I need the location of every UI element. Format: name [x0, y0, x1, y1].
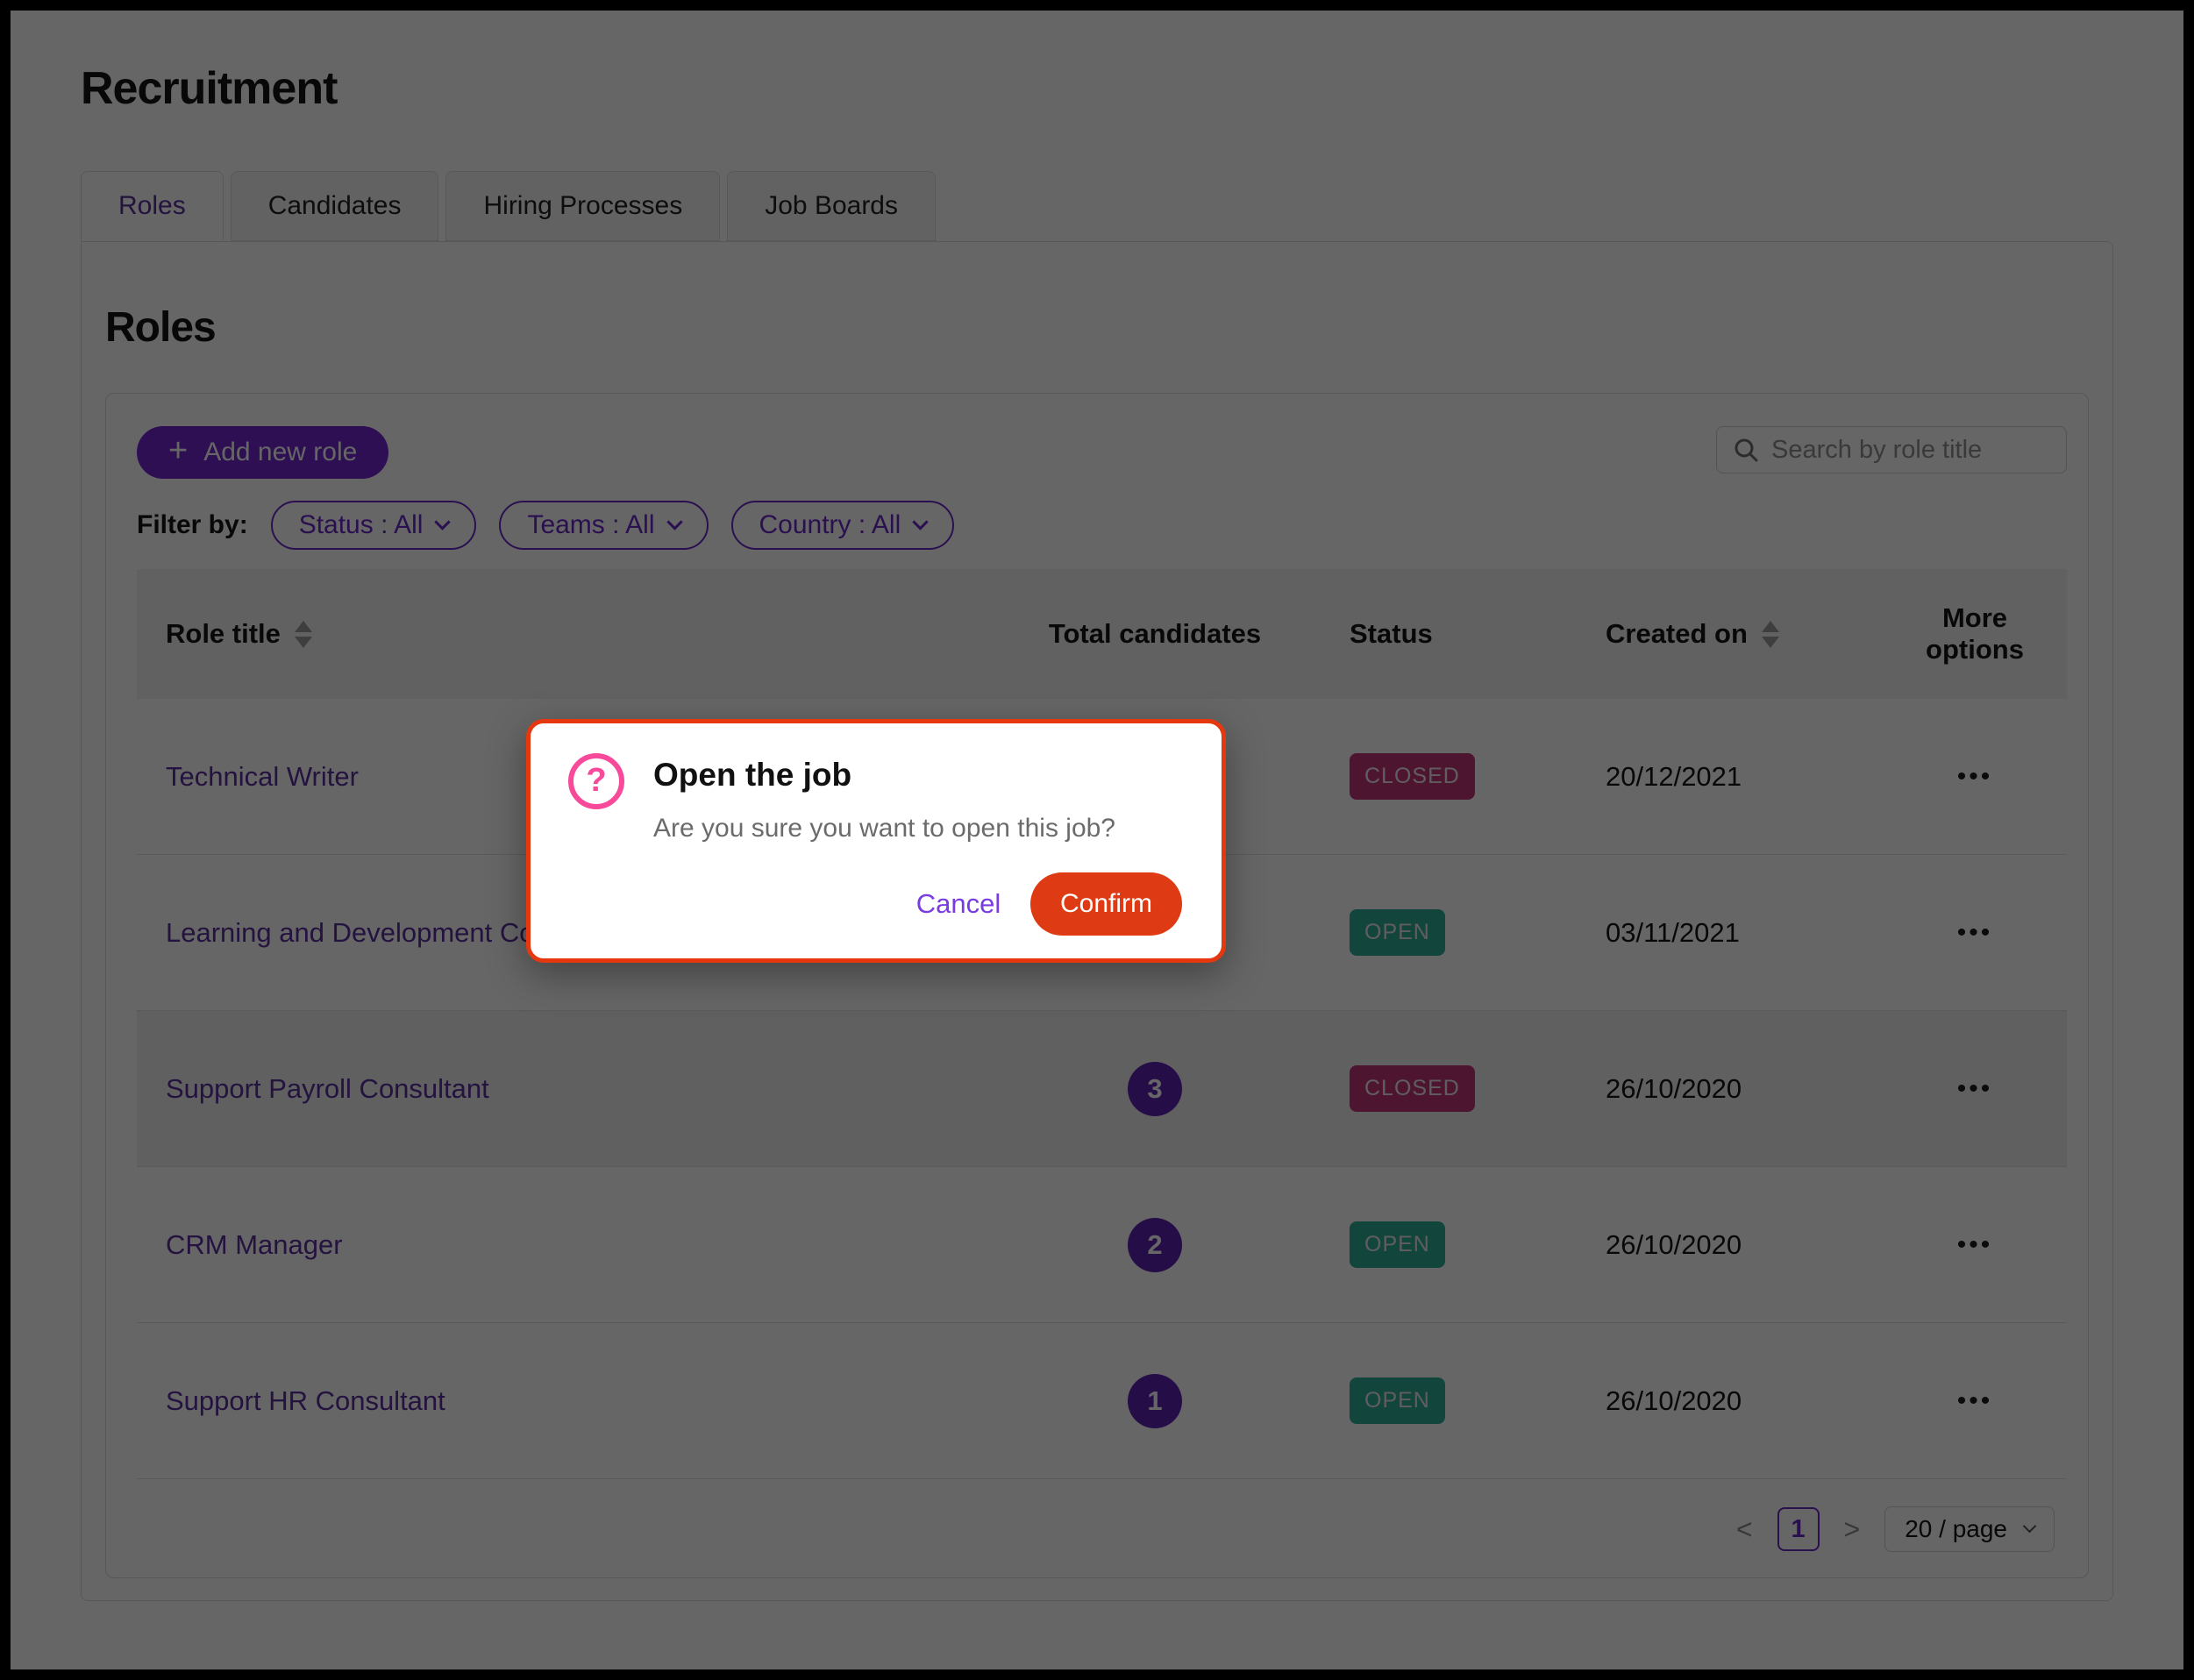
dialog-title: Open the job — [653, 757, 851, 794]
dialog-message: Are you sure you want to open this job? — [653, 814, 1115, 844]
confirm-button[interactable]: Confirm — [1030, 872, 1182, 936]
question-icon: ? — [568, 753, 624, 809]
open-job-dialog: ? Open the job Are you sure you want to … — [526, 719, 1226, 963]
cancel-button[interactable]: Cancel — [906, 888, 1011, 920]
